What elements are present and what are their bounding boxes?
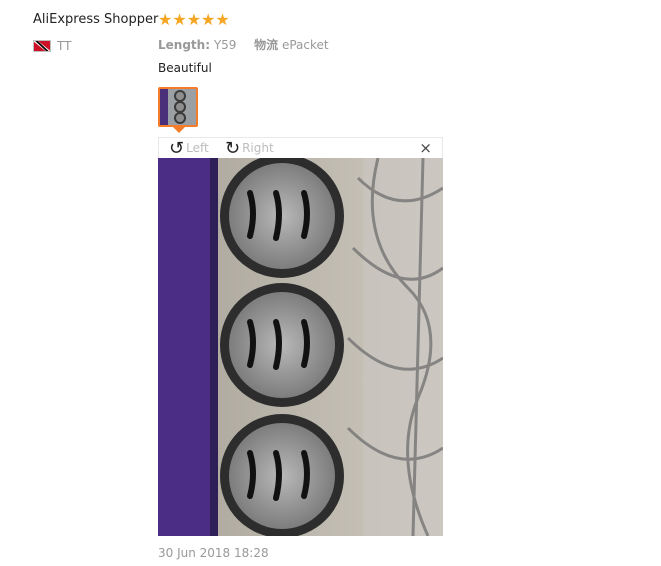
review-attributes: Length: Y59 物流 ePacket: [158, 36, 329, 53]
rotate-right-label: Right: [242, 141, 274, 155]
thumbnail-pointer: [173, 127, 185, 133]
rotate-right-button[interactable]: ↻ Right: [225, 139, 274, 158]
rotate-left-icon: ↺: [169, 138, 185, 159]
review-text: Beautiful: [158, 61, 212, 75]
attribute-key: Length:: [158, 38, 210, 52]
rotate-left-button[interactable]: ↺ Left: [169, 139, 209, 158]
attribute-value: ePacket: [281, 38, 329, 52]
review-date: 30 Jun 2018 18:28: [158, 546, 269, 560]
close-icon[interactable]: ×: [419, 139, 432, 157]
attribute-key: 物流: [254, 38, 279, 52]
review-photo: [158, 158, 443, 536]
country-flag-icon: [33, 40, 51, 52]
photo-viewer-toolbar: ↺ Left ↻ Right ×: [158, 137, 443, 158]
attribute-value: Y59: [213, 38, 237, 52]
reviewer-name: AliExpress Shopper: [33, 12, 159, 27]
rotate-left-label: Left: [186, 141, 209, 155]
rating-stars: ★★★★★: [158, 10, 230, 29]
rotate-right-icon: ↻: [225, 138, 241, 159]
review-photo-thumbnail[interactable]: [158, 87, 198, 127]
country-code: TT: [57, 39, 72, 53]
